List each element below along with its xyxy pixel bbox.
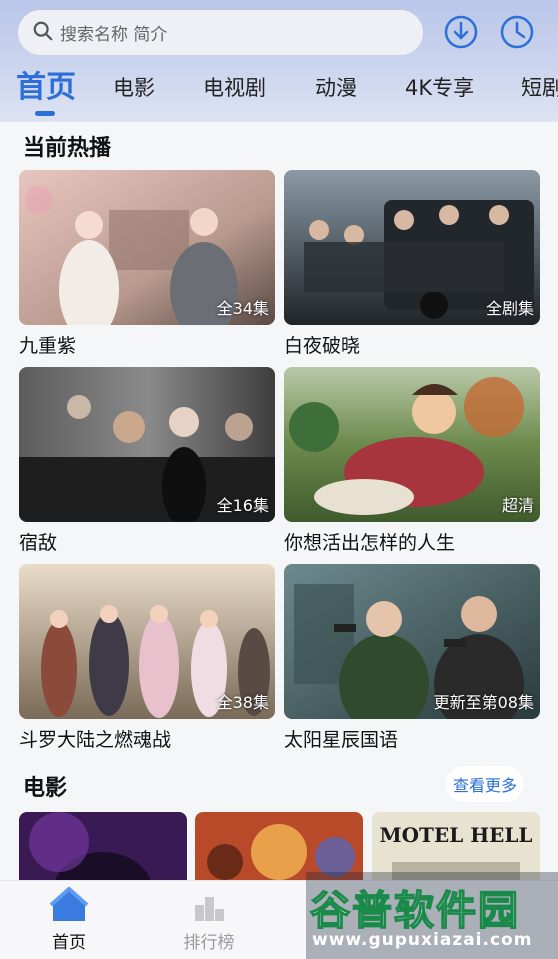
episode-badge: 全16集 (216, 496, 269, 515)
category-tabs: 首页 电影 电视剧 动漫 4K专享 短剧 (0, 66, 558, 116)
media-card[interactable]: 全剧集 白夜破晓 (284, 170, 540, 358)
episode-badge: 全剧集 (485, 299, 534, 318)
watermark-name: 谷普软件园 (309, 887, 520, 935)
tab-home[interactable]: 首页 (16, 66, 76, 106)
media-card[interactable]: 全34集 九重紫 (19, 170, 275, 358)
media-card[interactable]: 全38集 斗罗大陆之燃魂战 (19, 564, 275, 752)
media-card[interactable]: 更新至第08集 太阳星辰国语 (284, 564, 540, 752)
active-tab-indicator (35, 111, 55, 116)
poster-image: 超清 (284, 367, 540, 522)
card-title: 你想活出怎样的人生 (284, 532, 456, 554)
media-card[interactable]: 超清 你想活出怎样的人生 (284, 367, 540, 555)
watermark-url: www.gupuxiazai.com (312, 930, 533, 950)
watermark: 谷普软件园 www.gupuxiazai.com (306, 872, 558, 959)
tab-4k[interactable]: 4K专享 (405, 72, 474, 102)
episode-badge: 更新至第08集 (433, 693, 534, 712)
section-title-now-playing: 当前热播 (23, 136, 112, 161)
episode-badge: 超清 (501, 496, 534, 515)
clock-icon[interactable] (499, 14, 535, 50)
card-title: 太阳星辰国语 (284, 729, 399, 751)
card-title: 九重紫 (19, 335, 77, 357)
nav-home-label: 首页 (52, 933, 86, 953)
episode-badge: 全34集 (216, 299, 269, 318)
poster-image: 全34集 (19, 170, 275, 325)
ranking-icon (169, 881, 249, 925)
tab-short-drama[interactable]: 短剧 (521, 72, 558, 102)
card-title: 白夜破晓 (284, 335, 361, 357)
nav-ranking[interactable]: 排行榜 (169, 881, 249, 953)
search-input[interactable]: 搜索名称 简介 (18, 10, 423, 55)
top-bar: 搜索名称 简介 首页 电影 电视剧 动漫 4K专享 短剧 (0, 0, 558, 122)
poster-image: 更新至第08集 (284, 564, 540, 719)
search-icon (32, 20, 54, 46)
card-title: 宿敌 (19, 532, 58, 554)
download-icon[interactable] (443, 14, 479, 50)
nav-ranking-label: 排行榜 (183, 933, 235, 953)
search-placeholder: 搜索名称 简介 (60, 25, 168, 45)
tab-movies[interactable]: 电影 (113, 72, 155, 102)
poster-image: 全38集 (19, 564, 275, 719)
nav-home[interactable]: 首页 (29, 881, 109, 953)
poster-image: 全16集 (19, 367, 275, 522)
episode-badge: 全38集 (216, 693, 269, 712)
media-card[interactable]: 全16集 宿敌 (19, 367, 275, 555)
poster-title-text: MOTEL HELL (380, 823, 533, 847)
poster-image: 全剧集 (284, 170, 540, 325)
card-title: 斗罗大陆之燃魂战 (19, 729, 172, 751)
home-icon (29, 881, 109, 925)
view-more-button[interactable]: 查看更多 (446, 766, 524, 802)
tab-tv-series[interactable]: 电视剧 (203, 72, 266, 102)
tab-anime[interactable]: 动漫 (315, 72, 357, 102)
section-title-movies: 电影 (23, 776, 68, 801)
